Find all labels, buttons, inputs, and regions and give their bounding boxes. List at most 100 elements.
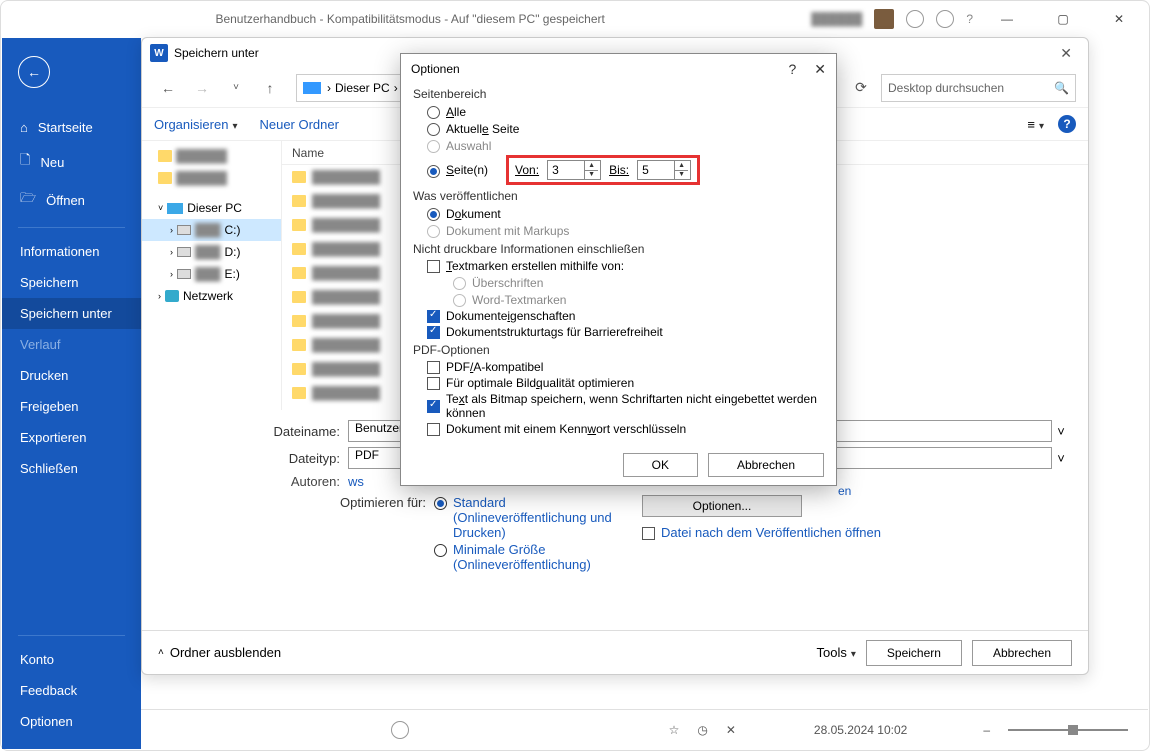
nav-neu[interactable]: 🗋Neu bbox=[2, 143, 141, 181]
chk-struct-tags[interactable]: Dokumentstrukturtags für Barrierefreihei… bbox=[413, 324, 824, 340]
save-as-footer: ˄Ordner ausblenden Tools Speichern Abbre… bbox=[142, 630, 1088, 674]
radio-pages[interactable]: Seite(n) Von: ▲▼ Bis: ▲▼ bbox=[413, 154, 824, 186]
chk-docprops[interactable]: Dokumenteigenschaften bbox=[413, 308, 824, 324]
chk-pdfa[interactable]: PDF/A-kompatibel bbox=[413, 359, 824, 375]
partial-text: en bbox=[838, 484, 851, 498]
chk-bitmap-text[interactable]: Text als Bitmap speichern, wenn Schrifta… bbox=[413, 391, 824, 421]
nav-exportieren[interactable]: Exportieren bbox=[2, 422, 141, 453]
radio-word-bookmarks: Word-Textmarken bbox=[413, 291, 824, 308]
star-icon[interactable]: ☆ bbox=[669, 723, 680, 737]
status-datetime: 28.05.2024 10:02 bbox=[814, 723, 907, 737]
chk-bookmarks[interactable]: Textmarken erstellen mithilfe von: bbox=[413, 258, 824, 274]
from-spinner[interactable]: ▲▼ bbox=[547, 160, 601, 180]
nav-informationen[interactable]: Informationen bbox=[2, 236, 141, 267]
nav-back-button[interactable]: ← bbox=[154, 74, 182, 102]
app-title: Benutzerhandbuch - Kompatibilitätsmodus … bbox=[9, 12, 811, 26]
to-spinner[interactable]: ▲▼ bbox=[637, 160, 691, 180]
save-as-title: Speichern unter bbox=[174, 46, 259, 60]
radio-document[interactable]: Dokument bbox=[413, 205, 824, 222]
nav-forward-button[interactable]: → bbox=[188, 74, 216, 102]
optimize-standard-radio[interactable]: Standard (Onlineveröffentlichung und Dru… bbox=[434, 495, 642, 540]
word-icon: W bbox=[150, 44, 168, 62]
filetype-label: Dateityp: bbox=[262, 451, 340, 466]
chk-encrypt[interactable]: Dokument mit einem Kennwort verschlüssel… bbox=[413, 421, 824, 437]
folder-tree[interactable]: ██████ ██████ ˅Dieser PC ›███C:) ›███D:)… bbox=[142, 141, 282, 410]
app-titlebar: Benutzerhandbuch - Kompatibilitätsmodus … bbox=[1, 1, 1149, 37]
to-label: Bis: bbox=[609, 163, 629, 177]
chk-bitmap-qual[interactable]: Für optimale Bildqualität optimieren bbox=[413, 375, 824, 391]
page-range-group: Seitenbereich bbox=[413, 87, 824, 101]
options-close-button[interactable]: ✕ bbox=[814, 61, 826, 78]
status-bar: ☆ ◷ ✕ 28.05.2024 10:02 – bbox=[141, 709, 1148, 749]
options-ok-button[interactable]: OK bbox=[623, 453, 698, 477]
page-range-highlight: Von: ▲▼ Bis: ▲▼ bbox=[506, 155, 700, 185]
open-icon: 🗁 bbox=[20, 189, 36, 211]
radio-all[interactable]: Alle bbox=[413, 103, 824, 120]
nav-konto[interactable]: Konto bbox=[2, 644, 141, 675]
from-label: Von: bbox=[515, 163, 539, 177]
zoom-slider[interactable] bbox=[1008, 729, 1128, 731]
tree-drive-c[interactable]: ›███C:) bbox=[142, 219, 281, 241]
cancel-button[interactable]: Abbrechen bbox=[972, 640, 1072, 666]
close-button[interactable]: ✕ bbox=[1097, 4, 1141, 34]
tree-drive-d[interactable]: ›███D:) bbox=[142, 241, 281, 263]
search-input[interactable]: Desktop durchsuchen 🔍 bbox=[881, 74, 1076, 102]
authors-label: Autoren: bbox=[262, 474, 340, 489]
optimize-label: Optimieren für: bbox=[262, 495, 434, 574]
nav-verlauf[interactable]: Verlauf bbox=[2, 329, 141, 360]
nav-speichern[interactable]: Speichern bbox=[2, 267, 141, 298]
back-button[interactable]: ← bbox=[18, 56, 50, 88]
new-icon: 🗋 bbox=[20, 151, 30, 173]
save-button[interactable]: Speichern bbox=[866, 640, 962, 666]
tree-drive-e[interactable]: ›███E:) bbox=[142, 263, 281, 285]
new-folder-button[interactable]: Neuer Ordner bbox=[259, 117, 338, 132]
nav-recent-dropdown[interactable]: ˅ bbox=[222, 74, 250, 102]
options-cancel-button[interactable]: Abbrechen bbox=[708, 453, 824, 477]
refresh-button[interactable]: ⟳ bbox=[847, 74, 875, 102]
options-button[interactable]: Optionen... bbox=[642, 495, 802, 517]
tools-icon[interactable]: ✕ bbox=[726, 723, 736, 737]
hide-folders-button[interactable]: ˄Ordner ausblenden bbox=[158, 645, 281, 660]
options-help-icon[interactable]: ? bbox=[788, 61, 796, 78]
pdf-options-group: PDF-Optionen bbox=[413, 343, 824, 357]
nav-freigeben[interactable]: Freigeben bbox=[2, 391, 141, 422]
radio-current[interactable]: Aktuelle Seite bbox=[413, 120, 824, 137]
backstage-sidebar: ← ⌂Startseite 🗋Neu 🗁Öffnen Informationen… bbox=[2, 38, 141, 749]
zoom-out[interactable]: – bbox=[983, 723, 990, 737]
nonprint-group: Nicht druckbare Informationen einschließ… bbox=[413, 242, 824, 256]
nav-divider-2 bbox=[18, 635, 125, 636]
avatar[interactable] bbox=[874, 9, 894, 29]
tools-menu[interactable]: Tools bbox=[817, 645, 856, 660]
nav-startseite[interactable]: ⌂Startseite bbox=[2, 112, 141, 143]
face-icon[interactable] bbox=[906, 10, 924, 28]
tree-dieser-pc[interactable]: ˅Dieser PC bbox=[142, 197, 281, 219]
filename-label: Dateiname: bbox=[262, 424, 340, 439]
nav-feedback[interactable]: Feedback bbox=[2, 675, 141, 706]
nav-schliessen[interactable]: Schließen bbox=[2, 453, 141, 484]
optimize-minimal-radio[interactable]: Minimale Größe (Onlineveröffentlichung) bbox=[434, 542, 642, 572]
authors-value[interactable]: ws bbox=[348, 474, 364, 489]
nav-up-button[interactable]: ↑ bbox=[256, 74, 284, 102]
face-icon-2[interactable] bbox=[936, 10, 954, 28]
home-icon: ⌂ bbox=[20, 120, 28, 135]
view-menu[interactable]: ≡ bbox=[1027, 117, 1044, 132]
help-menu-icon[interactable]: ? bbox=[966, 12, 973, 26]
nav-speichern-unter[interactable]: Speichern unter bbox=[2, 298, 141, 329]
help-icon[interactable]: ? bbox=[1058, 115, 1076, 133]
publish-group: Was veröffentlichen bbox=[413, 189, 824, 203]
nav-oeffnen[interactable]: 🗁Öffnen bbox=[2, 181, 141, 219]
path-segment[interactable]: Dieser PC bbox=[335, 81, 390, 95]
nav-drucken[interactable]: Drucken bbox=[2, 360, 141, 391]
minimize-button[interactable]: ― bbox=[985, 4, 1029, 34]
search-icon: 🔍 bbox=[1054, 81, 1069, 95]
status-icon-1[interactable] bbox=[391, 721, 409, 739]
clock-icon[interactable]: ◷ bbox=[697, 723, 707, 737]
save-as-close-button[interactable]: ✕ bbox=[1052, 45, 1080, 62]
organize-menu[interactable]: Organisieren bbox=[154, 117, 237, 132]
maximize-button[interactable]: ▢ bbox=[1041, 4, 1085, 34]
nav-optionen[interactable]: Optionen bbox=[2, 706, 141, 737]
options-title: Optionen bbox=[411, 62, 460, 76]
tree-netzwerk[interactable]: ›Netzwerk bbox=[142, 285, 281, 307]
nav-divider bbox=[18, 227, 125, 228]
open-after-checkbox[interactable]: Datei nach dem Veröffentlichen öffnen bbox=[642, 525, 881, 540]
